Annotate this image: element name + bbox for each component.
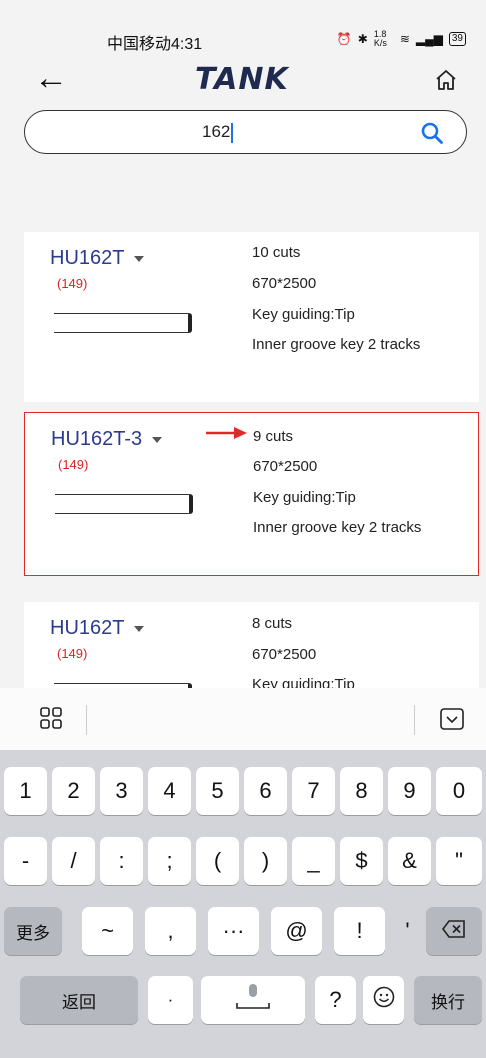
key-4[interactable]: 4 bbox=[148, 767, 191, 815]
emoji-icon bbox=[373, 986, 395, 1014]
key-ellipsis[interactable]: ··· bbox=[208, 907, 259, 955]
battery-icon: 39 bbox=[448, 32, 466, 46]
more-symbols-key[interactable]: 更多 bbox=[4, 907, 62, 955]
grid-menu-icon[interactable] bbox=[40, 707, 62, 734]
carrier-label: 中国移动 bbox=[107, 36, 172, 53]
key-5[interactable]: 5 bbox=[196, 767, 239, 815]
back-arrow-icon[interactable]: ← bbox=[34, 58, 68, 98]
cuts-label: 9 cuts bbox=[253, 428, 294, 445]
wifi-icon: ≋ bbox=[399, 32, 410, 46]
cuts-label: 10 cuts bbox=[252, 244, 301, 261]
keyboard-hide-icon[interactable] bbox=[440, 708, 464, 735]
key-blade-icon bbox=[54, 313, 192, 333]
size-label: 670*2500 bbox=[252, 646, 317, 663]
key-model-name[interactable]: HU162T bbox=[50, 617, 124, 640]
groove-label: Inner groove key 2 tracks bbox=[252, 336, 421, 353]
key-dollar[interactable]: $ bbox=[340, 837, 383, 885]
key-exclamation[interactable]: ! bbox=[334, 907, 385, 955]
key-model-name[interactable]: HU162T-3 bbox=[51, 428, 142, 451]
key-count: (149) bbox=[57, 646, 88, 661]
microphone-icon bbox=[233, 983, 273, 1017]
result-card-highlighted[interactable]: HU162T-3 (149) 9 cuts 670*2500 Key guidi… bbox=[24, 412, 479, 576]
divider bbox=[414, 705, 415, 735]
chevron-down-icon[interactable] bbox=[134, 255, 145, 262]
key-tilde[interactable]: ~ bbox=[82, 907, 133, 955]
net-speed: 1.8 K/s bbox=[373, 29, 387, 48]
emoji-key[interactable] bbox=[363, 976, 404, 1024]
key-quote[interactable]: " bbox=[436, 837, 482, 885]
key-count: (149) bbox=[58, 457, 89, 472]
key-comma[interactable]: , bbox=[145, 907, 196, 955]
bluetooth-icon: ✱ bbox=[357, 32, 368, 46]
key-apostrophe[interactable]: ' bbox=[397, 907, 418, 955]
divider bbox=[86, 705, 87, 735]
space-key[interactable] bbox=[201, 976, 305, 1024]
search-icon[interactable] bbox=[420, 121, 444, 150]
search-bar[interactable]: 162 bbox=[24, 110, 467, 154]
clock: 4:31 bbox=[171, 36, 203, 53]
status-bar: 中国移动4:31 ⏰ ✱ 1.8 K/s ≋ ▂▄▆ 39 bbox=[0, 0, 486, 53]
text-cursor bbox=[231, 122, 234, 143]
backspace-icon bbox=[442, 919, 466, 943]
chevron-down-icon[interactable] bbox=[134, 625, 145, 632]
cuts-label: 8 cuts bbox=[252, 615, 293, 632]
keyboard-toolbar bbox=[0, 688, 486, 750]
key-1[interactable]: 1 bbox=[4, 767, 47, 815]
key-middle-dot[interactable]: · bbox=[148, 976, 193, 1024]
key-at[interactable]: @ bbox=[271, 907, 322, 955]
key-0[interactable]: 0 bbox=[436, 767, 482, 815]
home-icon[interactable] bbox=[434, 68, 458, 97]
signal-icon: ▂▄▆ bbox=[415, 32, 443, 46]
size-label: 670*2500 bbox=[253, 458, 318, 475]
size-label: 670*2500 bbox=[252, 275, 317, 292]
key-underscore[interactable]: _ bbox=[292, 837, 335, 885]
guiding-label: Key guiding:Tip bbox=[252, 306, 355, 323]
enter-key[interactable]: 换行 bbox=[414, 976, 482, 1024]
groove-label: Inner groove key 2 tracks bbox=[253, 519, 422, 536]
search-input[interactable]: 162 bbox=[202, 122, 230, 141]
key-3[interactable]: 3 bbox=[100, 767, 143, 815]
key-ampersand[interactable]: & bbox=[388, 837, 431, 885]
key-hyphen[interactable]: - bbox=[4, 837, 47, 885]
key-2[interactable]: 2 bbox=[52, 767, 95, 815]
back-key[interactable]: 返回 bbox=[20, 976, 138, 1024]
result-card[interactable]: HU162T (149) 10 cuts 670*2500 Key guidin… bbox=[24, 232, 479, 402]
key-open-paren[interactable]: ( bbox=[196, 837, 239, 885]
brand-logo: TANK bbox=[195, 62, 289, 97]
key-7[interactable]: 7 bbox=[292, 767, 335, 815]
key-question[interactable]: ? bbox=[315, 976, 356, 1024]
chevron-down-icon[interactable] bbox=[152, 436, 163, 443]
backspace-key[interactable] bbox=[426, 907, 482, 955]
key-count: (149) bbox=[57, 276, 88, 291]
app-header: ← TANK bbox=[0, 52, 486, 110]
key-blade-icon bbox=[55, 494, 193, 514]
key-colon[interactable]: : bbox=[100, 837, 143, 885]
key-6[interactable]: 6 bbox=[244, 767, 287, 815]
key-semicolon[interactable]: ; bbox=[148, 837, 191, 885]
guiding-label: Key guiding:Tip bbox=[253, 489, 356, 506]
key-slash[interactable]: / bbox=[52, 837, 95, 885]
key-close-paren[interactable]: ) bbox=[244, 837, 287, 885]
key-model-name[interactable]: HU162T bbox=[50, 247, 124, 270]
key-9[interactable]: 9 bbox=[388, 767, 431, 815]
keyboard: 1 2 3 4 5 6 7 8 9 0 - / : ; ( ) _ $ & " … bbox=[0, 750, 486, 1058]
alarm-icon: ⏰ bbox=[336, 32, 352, 46]
key-8[interactable]: 8 bbox=[340, 767, 383, 815]
annotation-arrow-icon bbox=[206, 426, 248, 445]
